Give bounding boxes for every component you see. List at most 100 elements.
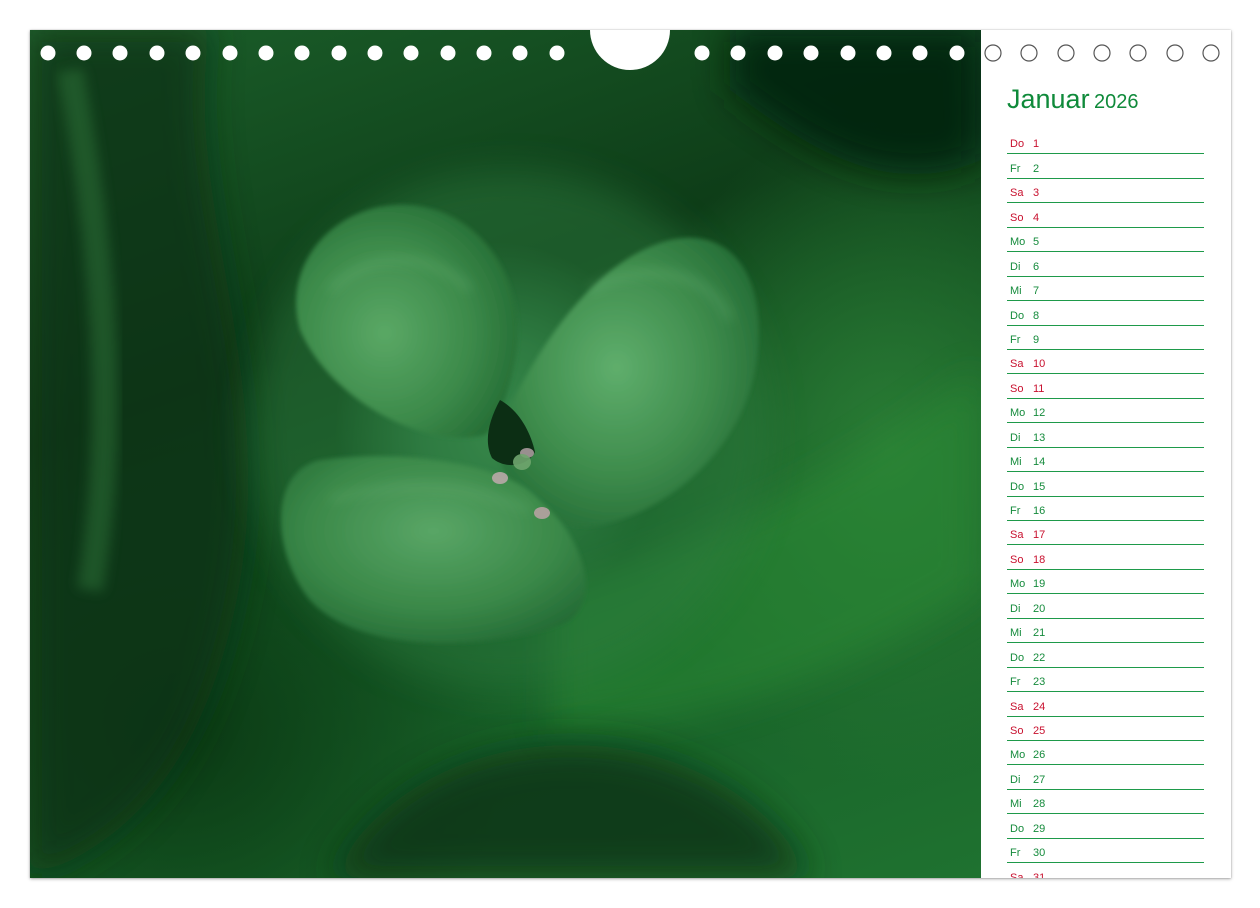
weekday-label: Di <box>1010 260 1021 273</box>
day-row: Fr 23 <box>1007 668 1204 693</box>
month-title: Januar 2026 <box>1007 84 1139 115</box>
day-number: 9 <box>1033 333 1040 346</box>
binding-hole-icon <box>1057 44 1075 62</box>
weekday-label: Mo <box>1010 578 1026 591</box>
weekday-label: Mo <box>1010 749 1026 762</box>
day-row: Mo 26 <box>1007 741 1204 766</box>
weekday-label: Do <box>1010 309 1025 322</box>
binding-hole-icon <box>803 45 819 61</box>
day-number: 28 <box>1033 798 1046 811</box>
weekday-label: So <box>1010 211 1024 224</box>
binding-hole-icon <box>840 45 856 61</box>
weekday-label: Sa <box>1010 871 1024 878</box>
day-number: 27 <box>1033 773 1046 786</box>
weekday-label: Fr <box>1010 333 1021 346</box>
day-row: Di 13 <box>1007 423 1204 448</box>
weekday-label: Sa <box>1010 529 1024 542</box>
day-row: Mo 5 <box>1007 228 1204 253</box>
weekday-label: Do <box>1010 480 1025 493</box>
binding-hole-icon <box>912 45 928 61</box>
day-row: Fr 30 <box>1007 839 1204 864</box>
day-row: So 4 <box>1007 203 1204 228</box>
day-row: Do 15 <box>1007 472 1204 497</box>
day-row: Di 27 <box>1007 765 1204 790</box>
day-number: 12 <box>1033 407 1046 420</box>
day-row: Do 22 <box>1007 643 1204 668</box>
day-number: 3 <box>1033 187 1040 200</box>
day-row: So 25 <box>1007 717 1204 741</box>
day-row: Mi 28 <box>1007 790 1204 815</box>
binding-hole-icon <box>876 45 892 61</box>
day-row: Mo 19 <box>1007 570 1204 595</box>
binding-hole-icon <box>1166 44 1184 62</box>
calendar-page: Januar 2026 Do 1 Fr 2 Sa 3 So 4 Mo 5 Di 6 Mi 7 Do 8 Fr 9 S… <box>30 30 1231 878</box>
binding-hole-icon <box>949 45 965 61</box>
day-number: 18 <box>1033 553 1046 566</box>
day-number: 26 <box>1033 749 1046 762</box>
weekday-label: Sa <box>1010 187 1024 200</box>
binding-hole-icon <box>76 45 92 61</box>
binding-hole-icon <box>1093 44 1111 62</box>
day-number: 7 <box>1033 285 1040 298</box>
day-row: Fr 9 <box>1007 326 1204 350</box>
day-number: 2 <box>1033 162 1040 175</box>
weekday-label: Di <box>1010 602 1021 615</box>
binding-hole-icon <box>1129 44 1147 62</box>
day-number: 11 <box>1033 382 1045 395</box>
weekday-label: Fr <box>1010 847 1021 860</box>
month-year: 2026 <box>1094 91 1139 113</box>
binding-hole-icon <box>331 45 347 61</box>
day-row: Do 29 <box>1007 814 1204 839</box>
day-row: Di 20 <box>1007 594 1204 619</box>
binding-hole-icon <box>40 45 56 61</box>
weekday-label: Sa <box>1010 358 1024 371</box>
day-row: Sa 31 <box>1007 863 1204 878</box>
day-number: 20 <box>1033 602 1046 615</box>
day-number: 1 <box>1033 138 1040 151</box>
day-row: Do 1 <box>1007 130 1204 155</box>
binding-hole-icon <box>1202 44 1220 62</box>
binding-hole-icon <box>112 45 128 61</box>
binding-hole-icon <box>367 45 383 61</box>
day-row: Do 8 <box>1007 301 1204 326</box>
day-number: 5 <box>1033 236 1040 249</box>
day-number: 13 <box>1033 431 1046 444</box>
calendar-sidebar: Januar 2026 Do 1 Fr 2 Sa 3 So 4 Mo 5 Di 6 Mi 7 Do 8 Fr 9 S… <box>981 30 1231 878</box>
binding-hole-icon <box>440 45 456 61</box>
weekday-label: Mi <box>1010 627 1022 640</box>
binding-hole-icon <box>549 45 565 61</box>
day-number: 4 <box>1033 211 1040 224</box>
day-row: Fr 16 <box>1007 497 1204 521</box>
binding-hole-icon <box>149 45 165 61</box>
day-number: 19 <box>1033 578 1046 591</box>
hanger-notch-icon <box>590 30 670 70</box>
binding-hole-icon <box>185 45 201 61</box>
binding-hole-icon <box>258 45 274 61</box>
weekday-label: Fr <box>1010 162 1021 175</box>
weekday-label: Mo <box>1010 407 1026 420</box>
day-number: 10 <box>1033 358 1046 371</box>
weekday-label: Fr <box>1010 676 1021 689</box>
weekday-label: So <box>1010 724 1024 737</box>
weekday-label: Sa <box>1010 700 1024 713</box>
weekday-label: Do <box>1010 138 1025 151</box>
weekday-label: Do <box>1010 651 1025 664</box>
weekday-label: So <box>1010 382 1024 395</box>
green-leaf-bud-icon <box>30 30 981 878</box>
binding-hole-icon <box>767 45 783 61</box>
weekday-label: Do <box>1010 822 1025 835</box>
weekday-label: Di <box>1010 773 1021 786</box>
day-row: Sa 3 <box>1007 179 1204 204</box>
leaf-photo <box>30 30 981 878</box>
day-number: 23 <box>1033 676 1046 689</box>
weekday-label: Mo <box>1010 236 1026 249</box>
binding-hole-icon <box>512 45 528 61</box>
weekday-label: Mi <box>1010 798 1022 811</box>
day-row: Mi 7 <box>1007 277 1204 302</box>
day-row: So 11 <box>1007 374 1204 399</box>
day-number: 16 <box>1033 505 1046 517</box>
day-number: 6 <box>1033 260 1040 273</box>
day-number: 21 <box>1033 627 1046 640</box>
day-row: So 18 <box>1007 545 1204 570</box>
binding-hole-icon <box>1020 44 1038 62</box>
